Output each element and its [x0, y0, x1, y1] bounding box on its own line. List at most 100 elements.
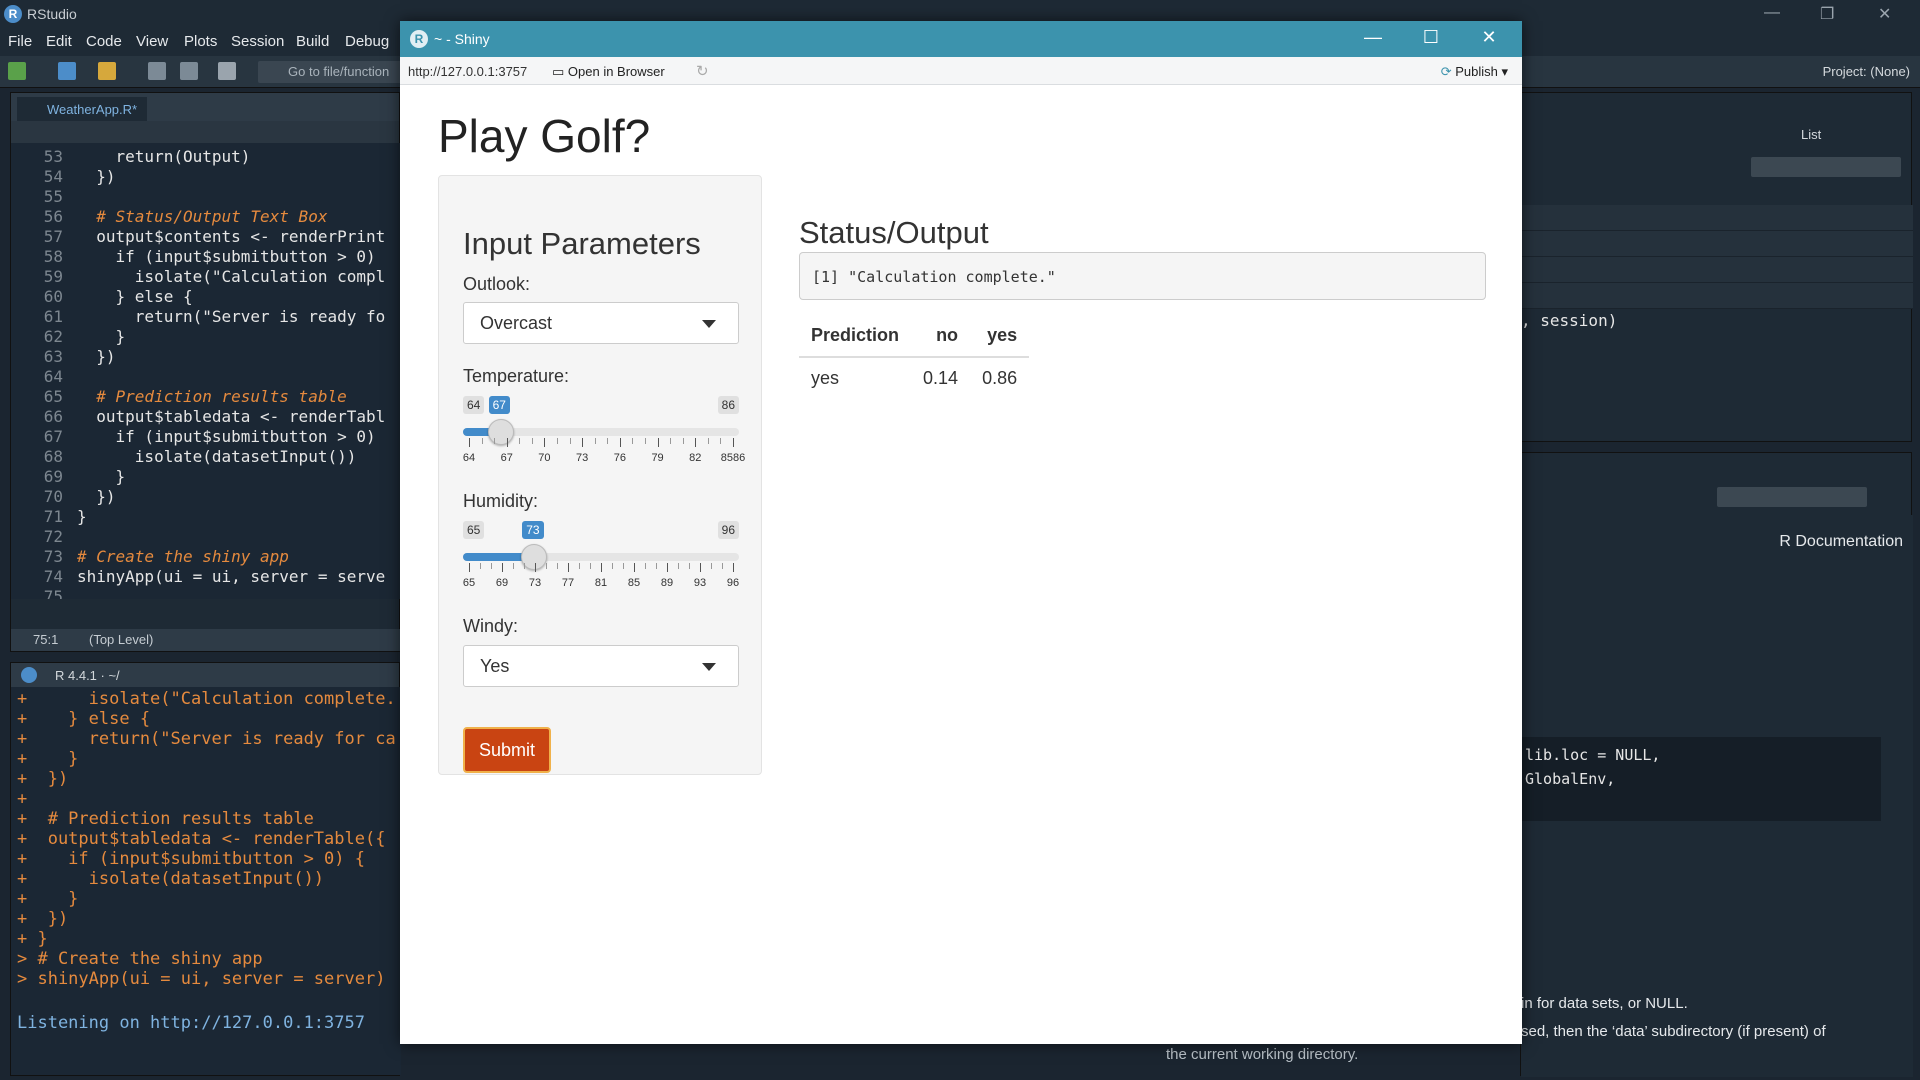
windy-value: Yes — [480, 656, 510, 676]
chevron-down-icon — [702, 663, 716, 671]
console-line: + } — [17, 929, 48, 949]
rstudio-title: RStudio — [27, 6, 77, 22]
r-logo-icon: R — [410, 30, 428, 48]
slider-tick — [535, 563, 536, 572]
code-line: isolate(datasetInput()) — [77, 447, 357, 466]
console-output[interactable]: + isolate("Calculation complete. + } else… — [11, 687, 401, 1075]
slider-tick — [656, 563, 657, 569]
help-source: R Documentation — [1779, 533, 1903, 550]
publish-button[interactable]: ⟳ Publish ▾ — [1441, 64, 1508, 80]
editor-tab-weatherapp[interactable]: WeatherApp.R* — [17, 97, 148, 121]
slider-tick-label: 85 — [627, 577, 641, 589]
temperature-label: Temperature: — [463, 366, 570, 386]
table-header: Prediction — [799, 315, 912, 358]
menu-build[interactable]: Build — [296, 33, 329, 50]
help-code-line: lib.loc = NULL, — [1525, 746, 1661, 764]
help-search[interactable] — [1717, 487, 1867, 507]
slider-tick — [722, 563, 723, 569]
goto-file-input[interactable]: Go to file/function — [258, 61, 408, 83]
menu-debug[interactable]: Debug — [345, 33, 389, 50]
new-file-icon[interactable] — [8, 62, 26, 80]
slider-tick — [720, 438, 722, 444]
prediction-table: Prediction no yes yes 0.14 0.86 — [799, 315, 1030, 399]
shiny-window-title: ~ - Shiny — [434, 31, 490, 47]
slider-tick — [513, 563, 514, 569]
help-text-line: sed, then the ‘data’ subdirectory (if pr… — [1521, 1023, 1826, 1040]
menu-edit[interactable]: Edit — [46, 33, 72, 50]
console-line: + isolate(datasetInput()) — [17, 869, 325, 889]
maximize-icon[interactable]: ☐ — [1416, 27, 1446, 48]
table-header: yes — [970, 315, 1030, 358]
open-in-browser-label: Open in Browser — [567, 64, 665, 79]
console-line: > shinyApp(ui = ui, server = server) — [17, 969, 386, 989]
menu-view[interactable]: View — [136, 33, 168, 50]
save-icon[interactable] — [148, 62, 166, 80]
menu-code[interactable]: Code — [86, 33, 122, 50]
line-number: 64 — [43, 367, 63, 386]
slider-tick-label: 93 — [693, 577, 707, 589]
slider-max-label: 96 — [717, 521, 739, 539]
line-number: 53 — [43, 147, 63, 166]
project-menu[interactable]: Project: (None) — [1823, 64, 1910, 79]
humidity-slider[interactable]: 65 96 73 65 69 73 77 81 85 89 93 96 — [463, 521, 739, 601]
menu-file[interactable]: File — [8, 33, 32, 50]
slider-min-label: 65 — [463, 521, 485, 539]
source-editor-pane: WeatherApp.R* 53 return(Output) 54 }) 55 56… — [10, 92, 401, 652]
list-view-toggle[interactable]: List — [1801, 127, 1821, 142]
code-line: }) — [77, 347, 116, 366]
submit-button[interactable]: Submit — [463, 727, 551, 773]
table-cell: 0.14 — [923, 368, 959, 388]
open-in-browser-button[interactable]: ▭ Open in Browser — [552, 64, 665, 80]
cursor-position: 75:1 — [33, 632, 59, 647]
editor-tabbar: WeatherApp.R* — [11, 93, 399, 121]
slider-max-label: 86 — [717, 396, 739, 414]
code-line: } — [77, 507, 87, 526]
open-file-icon[interactable] — [98, 62, 116, 80]
save-all-icon[interactable] — [180, 62, 198, 80]
slider-tick-label: 89 — [660, 577, 674, 589]
slider-tick — [700, 563, 701, 572]
slider-tick — [601, 563, 602, 572]
temperature-slider[interactable]: 64 86 67 64 67 70 73 76 79 82 8586 — [463, 396, 745, 476]
slider-tick — [506, 438, 508, 447]
close-icon[interactable]: ✕ — [1878, 4, 1891, 24]
minimize-icon[interactable]: — — [1358, 27, 1388, 48]
slider-tick-label: 69 — [495, 577, 509, 589]
slider-tick — [546, 563, 547, 569]
console-line: + # Prediction results table — [17, 809, 314, 829]
code-line: } — [77, 327, 126, 346]
environment-pane: List , session) — [1520, 92, 1913, 442]
slider-tick — [695, 438, 697, 447]
environment-search[interactable] — [1751, 157, 1901, 177]
close-icon[interactable]: ✕ — [1474, 27, 1504, 48]
new-project-icon[interactable] — [58, 62, 76, 80]
outlook-select[interactable]: Overcast — [463, 302, 739, 344]
url-display: http://127.0.0.1:3757 — [408, 64, 528, 79]
slider-tick — [569, 438, 571, 444]
slider-tick — [707, 438, 709, 444]
windy-label: Windy: — [463, 616, 519, 636]
console-line: + } else { — [17, 709, 151, 729]
restore-icon[interactable]: ❐ — [1820, 4, 1834, 24]
minimize-icon[interactable]: — — [1764, 4, 1780, 22]
print-icon[interactable] — [218, 62, 236, 80]
menu-plots[interactable]: Plots — [184, 33, 217, 50]
code-area[interactable]: 53 return(Output) 54 }) 55 56 # Status/Outp… — [11, 143, 401, 599]
slider-tick — [619, 438, 621, 447]
line-number: 56 — [43, 207, 63, 226]
line-number: 59 — [43, 267, 63, 286]
slider-tick-label: 67 — [500, 452, 513, 464]
menu-session[interactable]: Session — [231, 33, 284, 50]
slider-tick — [645, 563, 646, 569]
code-line: output$contents <- renderPrint — [77, 227, 386, 246]
line-number: 58 — [43, 247, 63, 266]
console-line: > # Create the shiny app — [17, 949, 263, 969]
scope-indicator[interactable]: (Top Level) — [89, 632, 153, 647]
slider-tick — [682, 438, 684, 444]
env-row — [1521, 231, 1913, 257]
windy-select[interactable]: Yes — [463, 645, 739, 687]
console-line: + }) — [17, 909, 69, 929]
refresh-icon[interactable]: ↻ — [696, 62, 709, 80]
line-number: 74 — [43, 567, 63, 586]
slider-tick — [590, 563, 591, 569]
